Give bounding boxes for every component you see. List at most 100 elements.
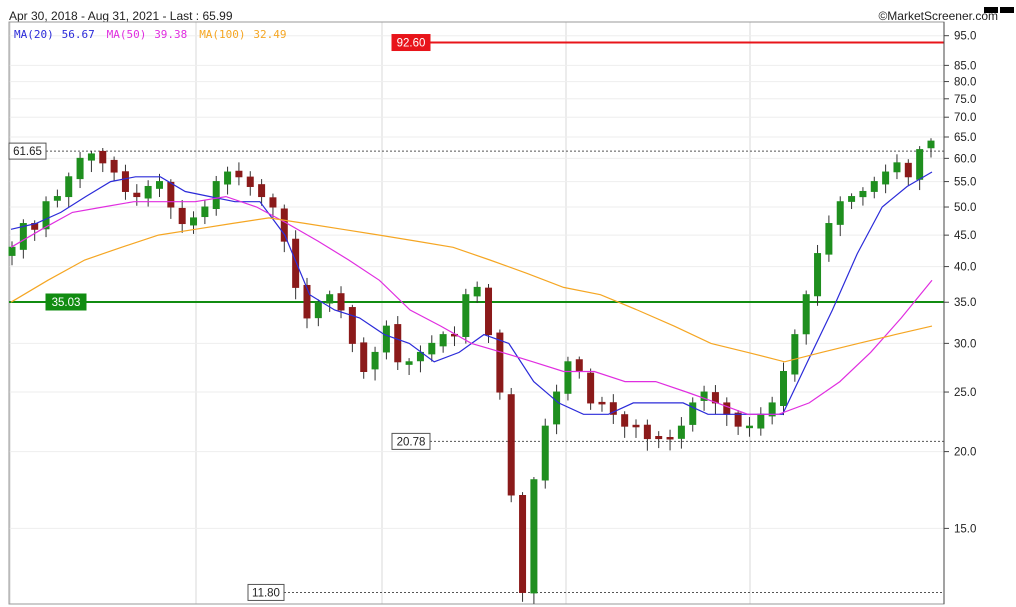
candle-body: [734, 412, 742, 427]
candle-body: [133, 192, 141, 198]
candle-71: [814, 244, 822, 306]
candle-body: [859, 190, 867, 198]
candle-66: [757, 407, 765, 436]
candle-19: [224, 166, 232, 195]
y-axis: 15.0 20.0 25.0 30.0 35.0 40.0 45.0 50.0 55.0 60.0…: [943, 22, 976, 604]
candlesticks: [8, 138, 935, 604]
candle-9: [110, 156, 118, 182]
legend-value-2: 32.49: [253, 28, 286, 41]
candle-body: [371, 351, 379, 370]
candle-body: [382, 325, 390, 353]
candle-73: [836, 196, 844, 237]
y-tick-label-13: 80.0: [954, 77, 976, 89]
candle-38: [439, 331, 447, 353]
level-label-resistance: 92.60: [397, 38, 426, 50]
candle-body: [337, 293, 345, 311]
legend-label-0: MA(20): [14, 28, 54, 41]
candle-5: [65, 172, 73, 208]
level-label-low: 11.80: [252, 587, 280, 599]
candle-body: [292, 238, 300, 288]
candle-body: [178, 207, 186, 225]
y-tick-label-0: 15.0: [954, 523, 976, 535]
candle-body: [757, 413, 765, 429]
candle-31: [360, 337, 368, 379]
candle-body: [224, 171, 232, 185]
candle-40: [462, 288, 470, 344]
candle-body: [258, 184, 266, 198]
candle-body: [496, 332, 504, 393]
candle-body: [190, 217, 198, 226]
candle-70: [802, 290, 810, 345]
legend-value-1: 39.38: [154, 28, 187, 41]
ma-line-ma50: [10, 195, 933, 415]
candle-body: [53, 196, 61, 201]
y-tick-label-8: 55.0: [954, 177, 976, 189]
candle-body: [269, 197, 277, 208]
candle-body: [904, 162, 912, 178]
legend-label-2: MA(100): [199, 28, 245, 41]
candle-body: [723, 402, 731, 415]
candle-body: [87, 153, 95, 161]
candle-body: [303, 284, 311, 319]
candle-3: [42, 196, 50, 238]
candle-29: [337, 286, 345, 319]
candle-59: [677, 417, 685, 449]
level-label-high: 61.65: [13, 146, 42, 158]
candle-48: [553, 384, 561, 435]
candle-81: [927, 138, 935, 158]
candle-body: [541, 425, 549, 481]
candle-46: [530, 477, 538, 604]
y-tick-label-7: 50.0: [954, 202, 976, 214]
candle-body: [927, 140, 935, 149]
candle-47: [541, 418, 549, 489]
y-tick-label-4: 35.0: [954, 297, 976, 309]
candle-65: [745, 417, 753, 437]
candle-body: [428, 342, 436, 355]
candle-body: [814, 253, 822, 297]
candle-6: [76, 152, 84, 189]
candle-body: [507, 394, 515, 496]
y-tick-label-14: 85.0: [954, 60, 976, 72]
candle-body: [530, 479, 538, 594]
candle-80: [916, 146, 924, 191]
candle-27: [314, 299, 322, 327]
candle-body: [587, 372, 595, 404]
candle-76: [870, 176, 878, 199]
candle-body: [848, 196, 856, 202]
candle-57: [655, 431, 663, 449]
candle-body: [825, 223, 833, 255]
candle-44: [507, 387, 515, 503]
candle-body: [916, 149, 924, 180]
candle-body: [76, 157, 84, 180]
candle-body: [564, 361, 572, 394]
candle-24: [280, 204, 288, 253]
candle-body: [553, 391, 561, 425]
candle-30: [348, 304, 356, 353]
candle-body: [893, 162, 901, 173]
candle-21: [246, 171, 254, 196]
candle-body: [121, 171, 129, 192]
candle-55: [632, 419, 640, 438]
candle-4: [53, 189, 61, 208]
y-tick-label-5: 40.0: [954, 262, 976, 274]
candle-body: [246, 176, 254, 187]
candle-body: [791, 334, 799, 375]
candle-45: [519, 492, 527, 602]
candle-54: [621, 411, 629, 438]
candle-body: [632, 424, 640, 428]
candle-body: [439, 334, 447, 347]
candle-body: [348, 307, 356, 344]
candle-42: [485, 283, 493, 344]
candle-11: [133, 184, 141, 206]
candle-37: [428, 335, 436, 362]
candle-26: [303, 277, 311, 329]
candle-body: [677, 425, 685, 439]
candle-41: [473, 281, 481, 303]
candle-10: [121, 164, 129, 200]
candle-50: [575, 356, 583, 379]
candle-body: [780, 370, 788, 407]
candle-body: [212, 181, 220, 209]
legend-value-0: 56.67: [62, 28, 95, 41]
candle-56: [643, 419, 651, 451]
candle-body: [473, 286, 481, 297]
